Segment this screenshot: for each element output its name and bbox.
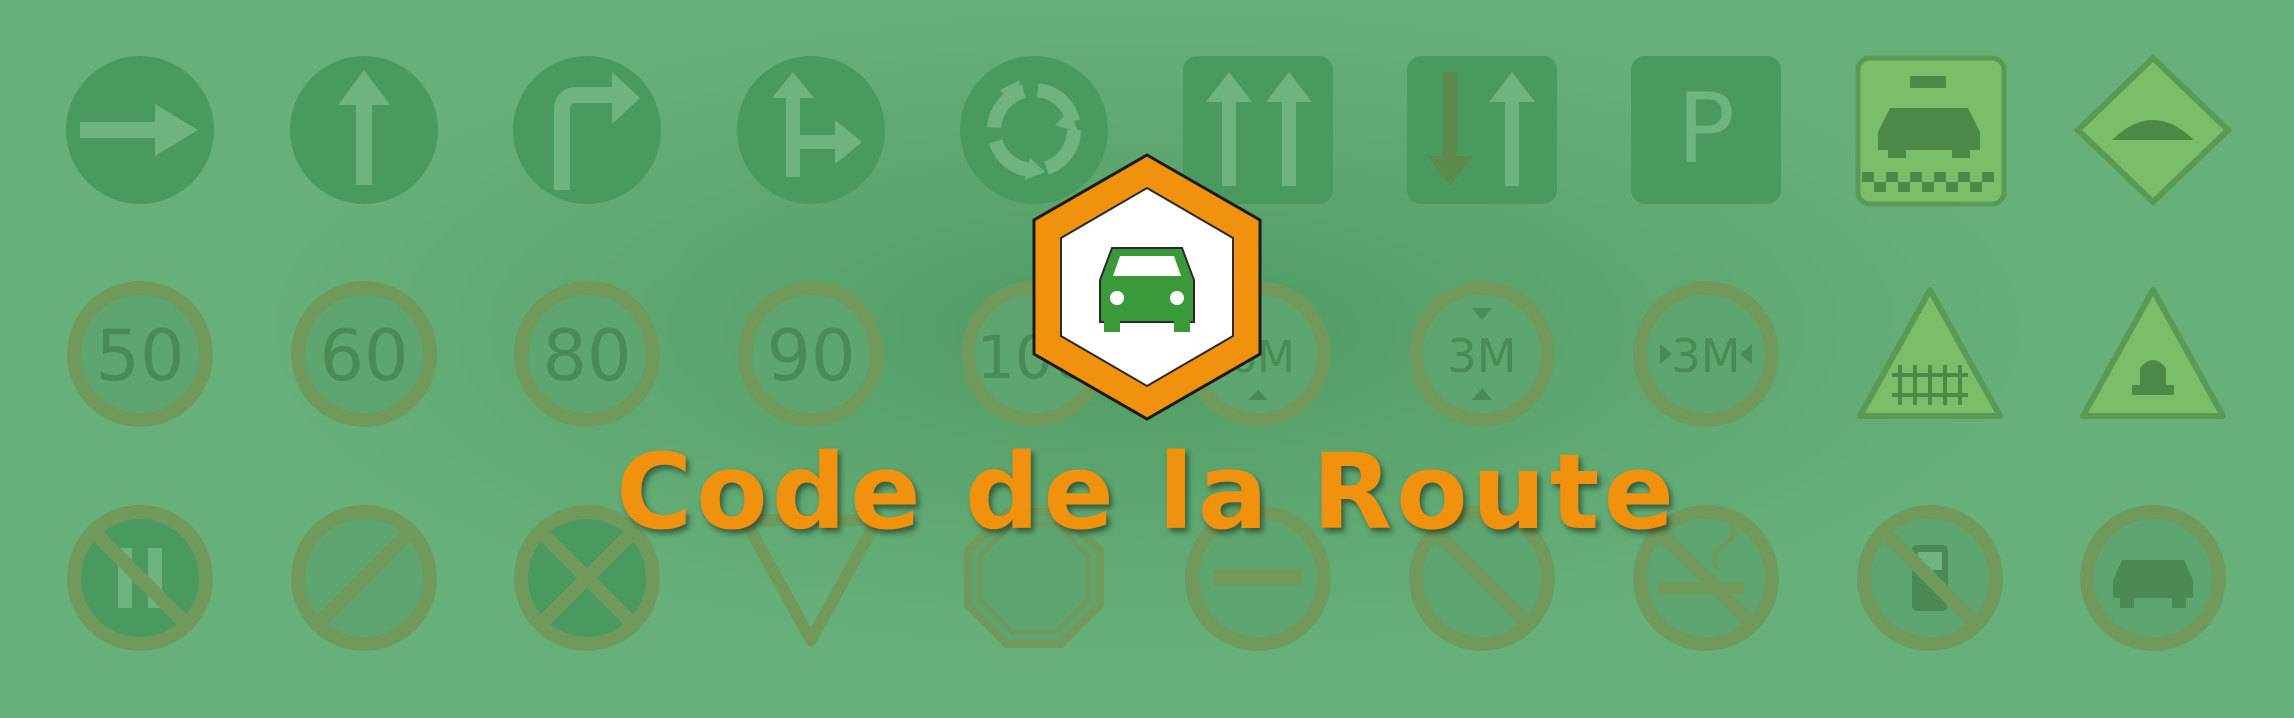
parking-icon: P bbox=[1631, 56, 1781, 204]
arrow-up-icon bbox=[290, 56, 438, 204]
parking-letter: P bbox=[1677, 73, 1735, 185]
height-limit-icon: 3M bbox=[1409, 281, 1555, 427]
speed-60-icon: 60 bbox=[291, 281, 437, 427]
warning-light-icon bbox=[2080, 287, 2226, 419]
turn-right-icon bbox=[513, 56, 661, 204]
arrow-right-icon bbox=[66, 56, 214, 204]
speed-bump-icon bbox=[2073, 53, 2233, 207]
speed-50-icon: 50 bbox=[67, 281, 213, 427]
speed-50-label: 50 bbox=[95, 315, 184, 397]
taxi-icon bbox=[1855, 55, 2007, 207]
car-icon bbox=[1099, 247, 1195, 332]
banner: P 50 60 80 90 100 6M 3M 3M Code de la Ro… bbox=[0, 0, 2294, 718]
height-limit-label: 3M bbox=[1448, 329, 1517, 383]
arrow-down-up-icon bbox=[1407, 56, 1557, 204]
speed-90-icon: 90 bbox=[738, 281, 884, 427]
speed-80-icon: 80 bbox=[514, 281, 660, 427]
left-right-split-icon bbox=[737, 56, 885, 204]
app-title: Code de la Route bbox=[615, 431, 1678, 553]
width-limit-icon: 3M bbox=[1633, 281, 1779, 427]
speed-90-label: 90 bbox=[766, 315, 855, 397]
width-limit-label: 3M bbox=[1672, 329, 1741, 383]
speed-60-label: 60 bbox=[319, 315, 408, 397]
railway-crossing-icon bbox=[1857, 287, 2003, 419]
speed-80-label: 80 bbox=[542, 315, 631, 397]
app-logo bbox=[1032, 153, 1262, 421]
